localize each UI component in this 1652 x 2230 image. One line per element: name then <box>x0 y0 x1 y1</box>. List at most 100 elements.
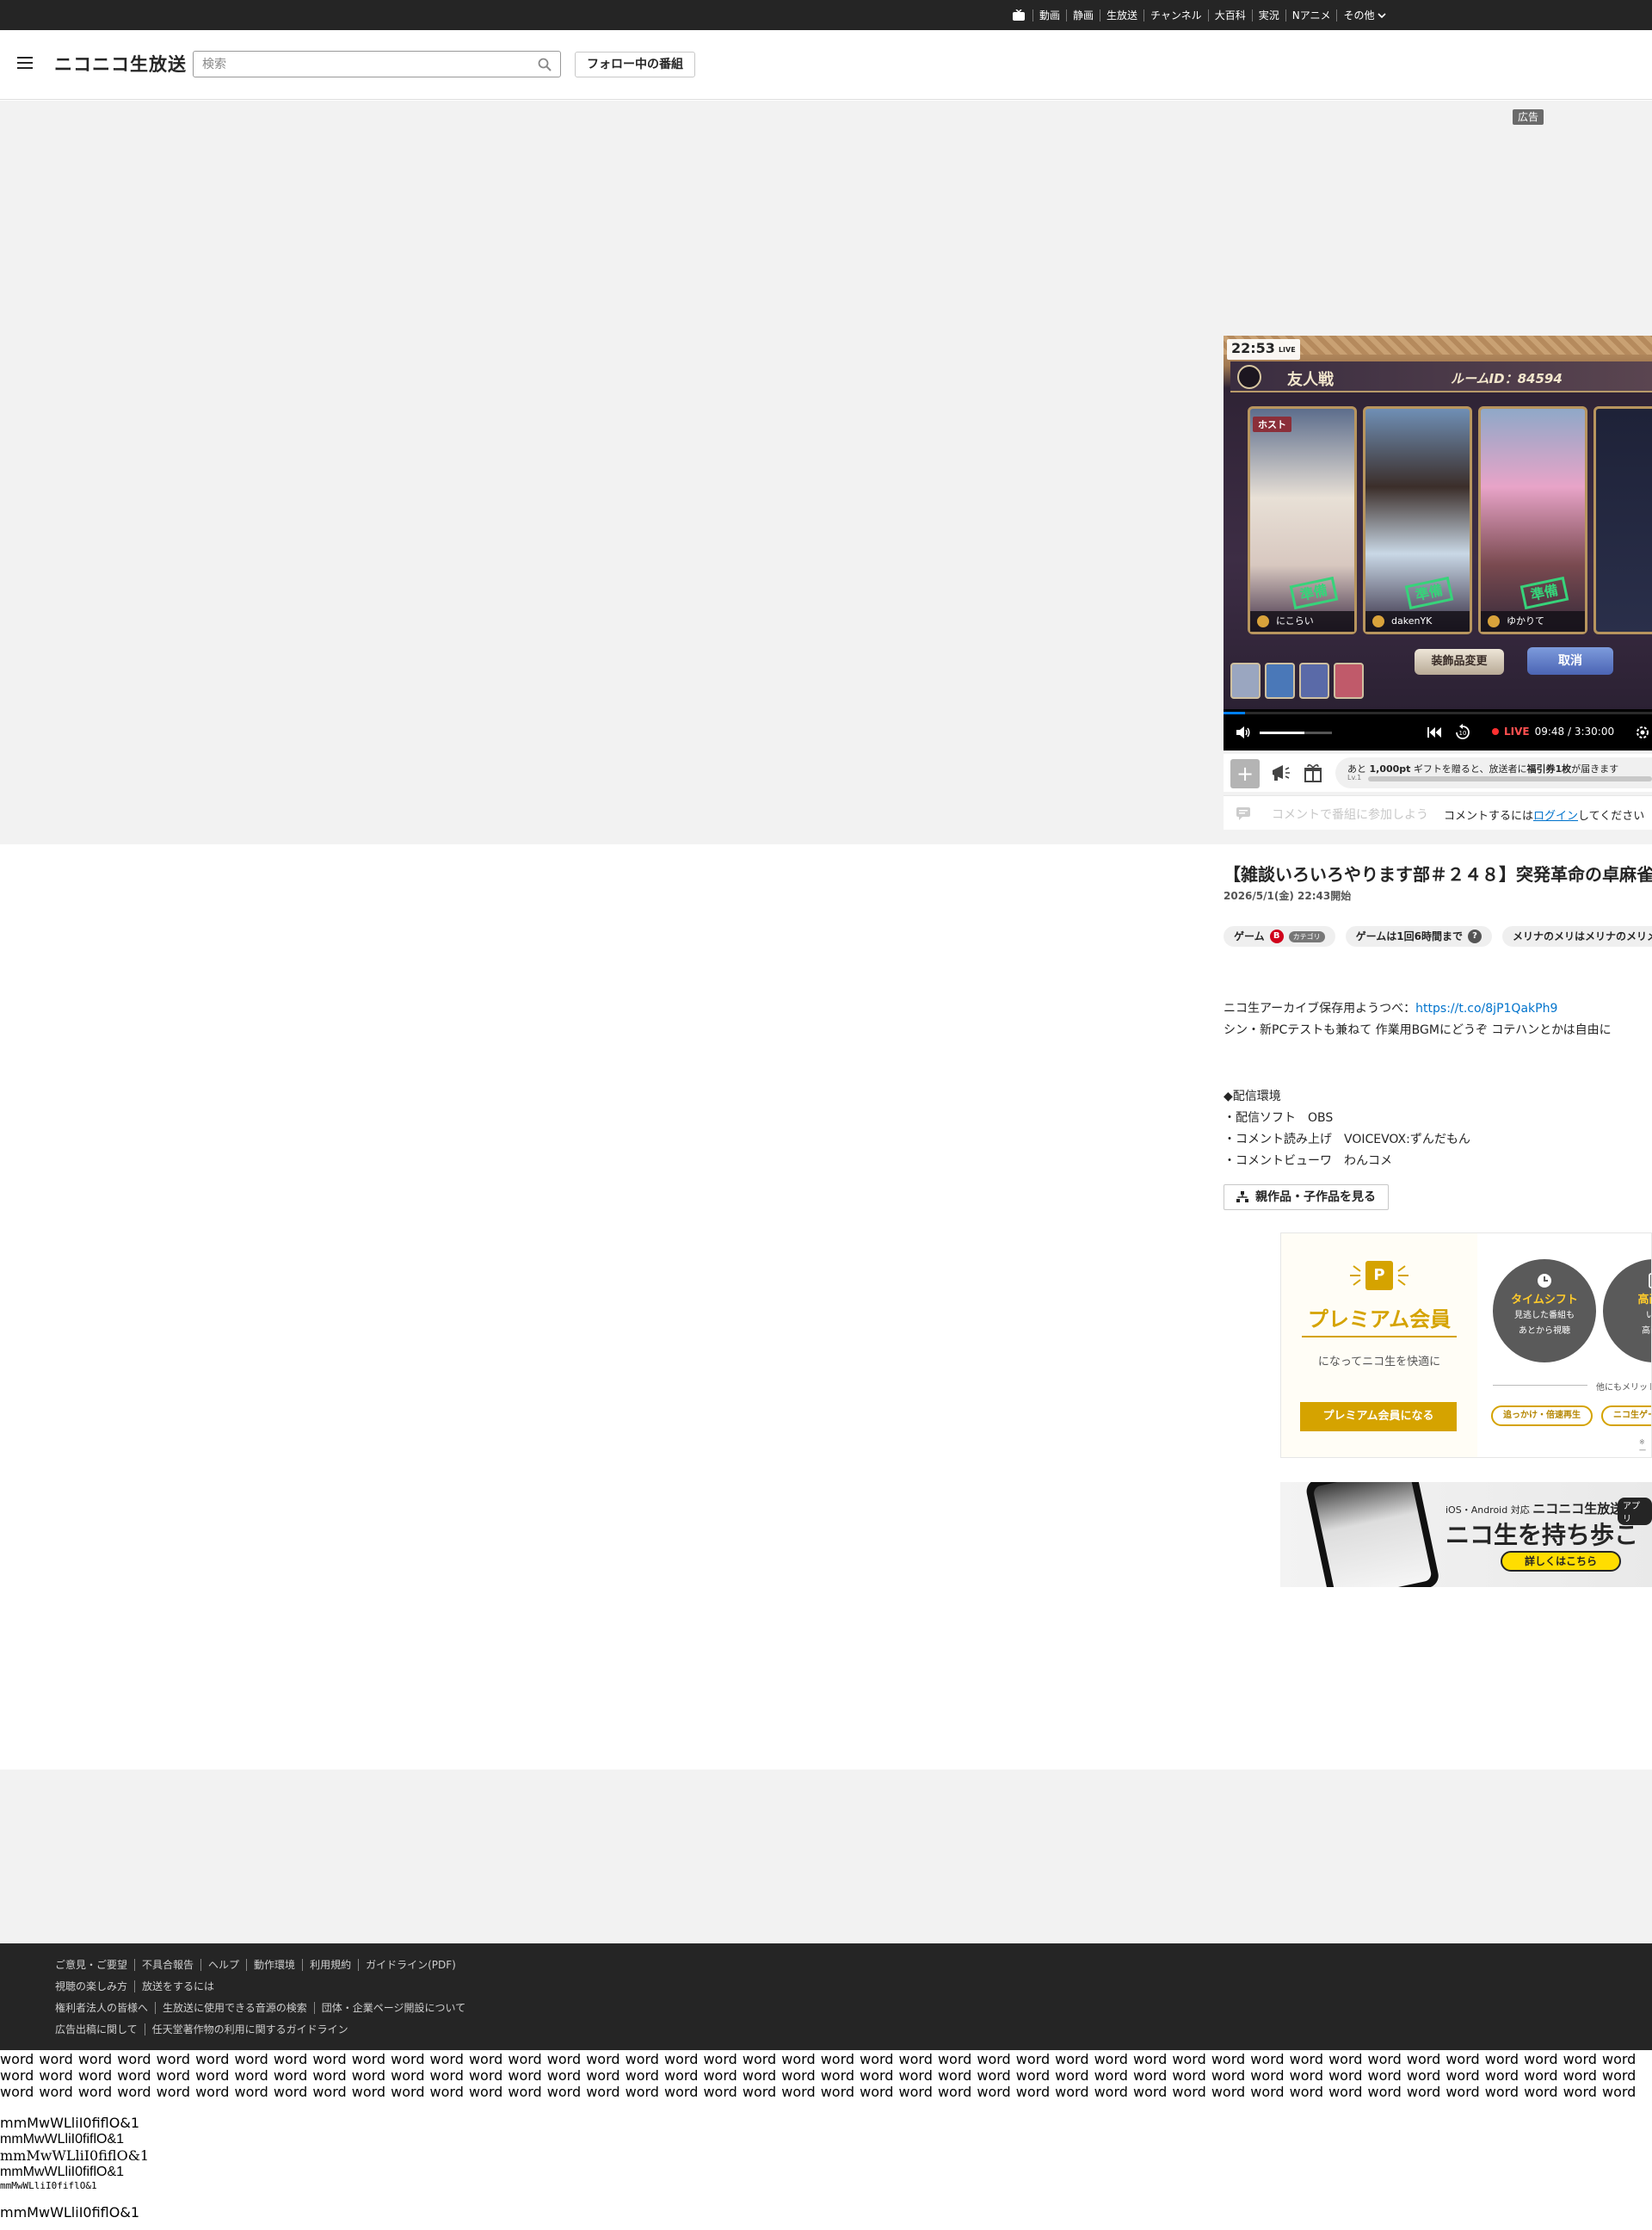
login-link[interactable]: ログイン <box>1533 810 1578 823</box>
footer-link[interactable]: 利用規約 <box>302 1959 359 1971</box>
global-nav: 動画 静画 生放送 チャンネル 大百科 実況 Nアニメ その他 <box>1012 0 1392 30</box>
footer-link[interactable]: ご意見・ご要望 <box>55 1959 134 1971</box>
gift-msg-points: 1,000pt <box>1369 763 1411 775</box>
skip-to-start-icon[interactable] <box>1427 726 1442 739</box>
chevron-down-icon <box>1378 12 1387 18</box>
comment-login-message: コメントするにはログインしてください <box>1444 806 1644 823</box>
font-sample: mmMwWLliI0fiflO&1 <box>0 2132 125 2147</box>
gift-msg-middle: ギフトを贈ると、放送者に <box>1410 763 1527 775</box>
game-avatar <box>1230 663 1261 699</box>
footer-link[interactable]: ヘルプ <box>200 1959 247 1971</box>
footer-link[interactable]: 生放送に使用できる音源の検索 <box>155 2002 314 2014</box>
gift-msg-ticket: 福引券1枚 <box>1526 763 1572 775</box>
tag-label: ゲーム <box>1234 930 1265 942</box>
video-player[interactable]: 友人戦 ルームID：84594 準備 にこらい ホスト 準備 dakenYK 準… <box>1224 336 1652 751</box>
footer-link[interactable]: 任天堂著作物の利用に関するガイドライン <box>144 2023 355 2035</box>
global-nav-jk[interactable]: 実況 <box>1251 9 1285 22</box>
live-dot-icon <box>1492 728 1499 735</box>
phone-illustration <box>1304 1482 1441 1587</box>
following-programs-button[interactable]: フォロー中の番組 <box>575 52 695 77</box>
ready-stamp: 準備 <box>1519 576 1569 610</box>
premium-promo[interactable]: P プレミアム会員 になってニコ生を快適に プレミアム会員になる タイムシフト … <box>1280 1232 1652 1458</box>
help-icon[interactable]: ? <box>1467 930 1482 943</box>
premium-subtitle: になってニコ生を快適に <box>1317 1356 1441 1368</box>
premium-join-button[interactable]: プレミアム会員になる <box>1300 1402 1457 1431</box>
svg-text:10: 10 <box>1459 730 1467 737</box>
add-icon[interactable]: + <box>1230 759 1260 788</box>
footer-link[interactable]: 広告出稿に関して <box>55 2023 145 2035</box>
search-input[interactable] <box>194 52 521 77</box>
feature-title: 高画質 <box>1637 1294 1651 1306</box>
premium-merit-pill: 追っかけ・倍速再生 <box>1491 1405 1593 1426</box>
raw-word-text: word word word word word word word word … <box>0 2051 1637 2101</box>
global-nav-channel[interactable]: チャンネル <box>1143 9 1208 22</box>
footer-row: ご意見・ご要望 不具合報告 ヘルプ 動作環境 利用規約 ガイドライン(PDF) <box>55 1957 463 1972</box>
footer-link[interactable]: 団体・企業ページ開設について <box>313 2002 473 2014</box>
game-cancel-button: 取消 <box>1527 647 1613 675</box>
hamburger-menu-icon[interactable] <box>17 56 34 70</box>
global-nav-more[interactable]: その他 <box>1336 9 1392 22</box>
footer-link[interactable]: 不具合報告 <box>134 1959 201 1971</box>
live-status[interactable]: LIVE 09:48 / 3:30:00 <box>1492 726 1614 738</box>
rewind-10s-icon[interactable]: 10 <box>1454 724 1471 741</box>
tag-item[interactable]: メリナのメリはメリナのメリメ <box>1501 926 1652 947</box>
app-support-text: iOS・Android 対応 ニコニコ生放送 <box>1446 1499 1623 1517</box>
archive-link[interactable]: https://t.co/8jP1QakPh9 <box>1415 1002 1557 1016</box>
volume-icon[interactable] <box>1236 726 1251 739</box>
niconico-tv-icon[interactable] <box>1012 9 1026 22</box>
footer-link[interactable]: ガイドライン(PDF) <box>358 1959 463 1971</box>
global-nav-live[interactable]: 生放送 <box>1100 9 1143 22</box>
game-room-id: ルームID：84594 <box>1451 371 1563 386</box>
volume-slider[interactable] <box>1260 732 1332 734</box>
font-sample: mmMwWLliI0fiflO&1 <box>0 2180 97 2191</box>
premium-note: ※一 <box>1639 1438 1646 1455</box>
footer-link[interactable]: 視聴の楽しみ方 <box>55 1980 134 1992</box>
video-frame[interactable]: 友人戦 ルームID：84594 準備 にこらい ホスト 準備 dakenYK 準… <box>1224 336 1652 709</box>
font-samples: mmMwWLliI0fiflO&1 mmMwWLliI0fiflO&1 mmMw… <box>0 2115 149 2221</box>
clock-time: 22:53 <box>1231 340 1275 356</box>
gift-icon[interactable] <box>1303 763 1323 783</box>
program-title: 【雑談いろいろやります部＃２４８】突発革命の卓麻雀 <box>1224 864 1652 885</box>
login-prefix: コメントするには <box>1444 810 1534 823</box>
description-line: ニコ生アーカイブ保存用ようつべ：https://t.co/8jP1QakPh9 <box>1224 998 1612 1020</box>
font-sample: mmMwWLliI0fiflO&1 <box>0 2165 125 2179</box>
comment-input[interactable]: コメントで番組に参加しよう <box>1272 806 1428 823</box>
settings-gear-icon[interactable] <box>1635 725 1650 740</box>
family-works-button[interactable]: 親作品・子作品を見る <box>1224 1184 1389 1210</box>
search-box <box>193 51 561 77</box>
volume-slider-fill <box>1260 732 1305 734</box>
game-player-card: 準備 にこらい <box>1248 406 1357 634</box>
gift-msg-suffix: が届きます <box>1571 763 1619 775</box>
search-icon[interactable] <box>538 58 552 71</box>
footer-row: 広告出稿に関して 任天堂著作物の利用に関するガイドライン <box>55 2022 355 2036</box>
global-nav-video[interactable]: 動画 <box>1032 9 1066 22</box>
player-action-bar: + あと 1,000pt ギフトを贈ると、放送者に福引券1枚が届きます Lv.1 <box>1224 754 1652 792</box>
app-promo-banner[interactable]: iOS・Android 対応 ニコニコ生放送 アプリ ニコ生を持ち歩こ 詳しくは… <box>1280 1482 1652 1587</box>
footer-link[interactable]: 放送をするには <box>134 1980 222 1992</box>
family-works-label: 親作品・子作品を見る <box>1255 1190 1376 1204</box>
app-details-button[interactable]: 詳しくはこちら <box>1501 1551 1621 1572</box>
archive-prefix: ニコ生アーカイブ保存用ようつべ： <box>1224 1002 1416 1016</box>
font-sample: mmMwWLliI0fiflO&1 <box>0 2204 139 2221</box>
elapsed-time: 09:48 / 3:30:00 <box>1534 726 1615 738</box>
gift-progress-message[interactable]: あと 1,000pt ギフトを贈ると、放送者に福引券1枚が届きます <box>1335 757 1652 788</box>
global-nav-dic[interactable]: 大百科 <box>1207 9 1252 22</box>
site-logo[interactable]: ニコニコ生放送 <box>54 51 187 77</box>
footer-link[interactable]: 権利者法人の皆様へ <box>55 2002 155 2014</box>
game-screen-title: 友人戦 <box>1287 371 1334 389</box>
site-footer: ご意見・ご要望 不具合報告 ヘルプ 動作環境 利用規約 ガイドライン(PDF) 視聴の楽し… <box>0 1943 1652 2050</box>
game-player-card: 準備 ゆかりて <box>1478 406 1587 634</box>
global-nav-bar: 動画 静画 生放送 チャンネル 大百科 実況 Nアニメ その他 <box>0 0 1652 30</box>
footer-row: 視聴の楽しみ方 放送をするには <box>55 1979 222 1993</box>
megaphone-icon[interactable] <box>1270 763 1291 783</box>
tag-item[interactable]: ゲームは1回6時間まで ? <box>1345 926 1492 947</box>
global-nav-nanime[interactable]: Nアニメ <box>1285 9 1337 22</box>
footer-link[interactable]: 動作環境 <box>246 1959 303 1971</box>
global-nav-seiga[interactable]: 静画 <box>1066 9 1100 22</box>
tag-label: ゲームは1回6時間まで <box>1355 930 1463 942</box>
host-tag: ホスト <box>1253 417 1291 432</box>
tag-item[interactable]: ゲーム B カテゴリ <box>1224 926 1335 947</box>
premium-feature-hq: 高画質 いつ 高画質 <box>1603 1259 1651 1362</box>
game-player-card: 準備 dakenYK <box>1363 406 1472 634</box>
